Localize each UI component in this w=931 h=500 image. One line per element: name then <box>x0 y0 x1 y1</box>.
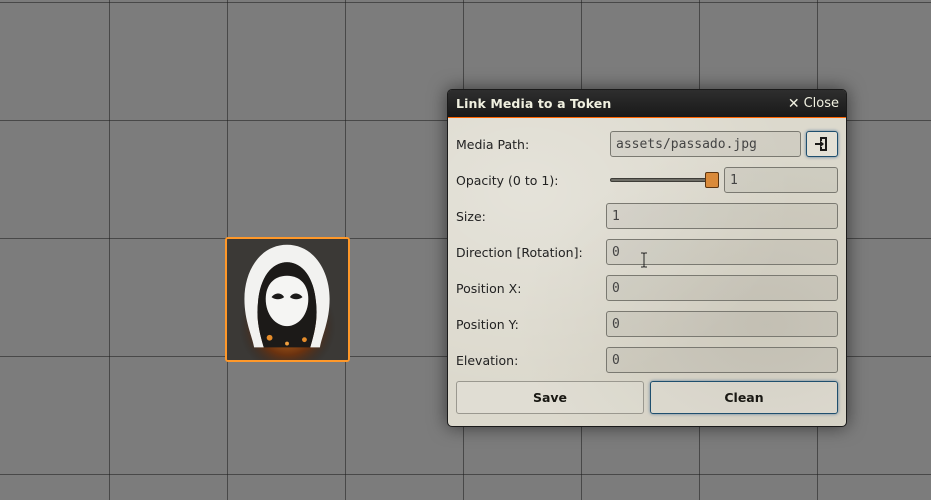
position-y-row: Position Y: 0 <box>456 306 838 342</box>
opacity-slider-thumb[interactable] <box>705 172 719 188</box>
hooded-figure-icon <box>227 239 348 360</box>
size-input[interactable]: 1 <box>606 203 838 229</box>
media-path-label: Media Path: <box>456 136 530 152</box>
size-label: Size: <box>456 208 486 224</box>
position-x-row: Position X: 0 <box>456 270 838 306</box>
elevation-row: Elevation: 0 <box>456 342 838 378</box>
selected-token[interactable] <box>225 237 350 362</box>
direction-label: Direction [Rotation]: <box>456 244 583 260</box>
text-cursor-icon <box>641 252 647 268</box>
position-y-label: Position Y: <box>456 316 519 332</box>
elevation-label: Elevation: <box>456 352 519 368</box>
dialog-title: Link Media to a Token <box>456 96 612 111</box>
save-button[interactable]: Save <box>456 381 644 414</box>
close-icon: ✕ <box>787 95 800 112</box>
elevation-input[interactable]: 0 <box>606 347 838 373</box>
position-x-input[interactable]: 0 <box>606 275 838 301</box>
position-y-input[interactable]: 0 <box>606 311 838 337</box>
opacity-slider[interactable] <box>610 167 719 193</box>
position-x-label: Position X: <box>456 280 522 296</box>
file-import-icon <box>815 137 827 151</box>
file-picker-button[interactable] <box>806 131 838 157</box>
opacity-slider-track <box>610 178 713 182</box>
media-path-input[interactable]: assets/passado.jpg <box>610 131 801 157</box>
size-row: Size: 1 <box>456 198 838 234</box>
dialog-buttons: Save Clean <box>456 378 838 414</box>
close-label: Close <box>803 96 839 111</box>
opacity-label: Opacity (0 to 1): <box>456 172 559 188</box>
close-button[interactable]: ✕ Close <box>788 96 839 112</box>
clean-button[interactable]: Clean <box>650 381 838 414</box>
opacity-input[interactable]: 1 <box>723 167 838 193</box>
media-path-row: Media Path: assets/passado.jpg <box>456 126 838 162</box>
opacity-row: Opacity (0 to 1): 1 <box>456 162 838 198</box>
dialog-header[interactable]: Link Media to a Token ✕ Close <box>448 90 846 118</box>
